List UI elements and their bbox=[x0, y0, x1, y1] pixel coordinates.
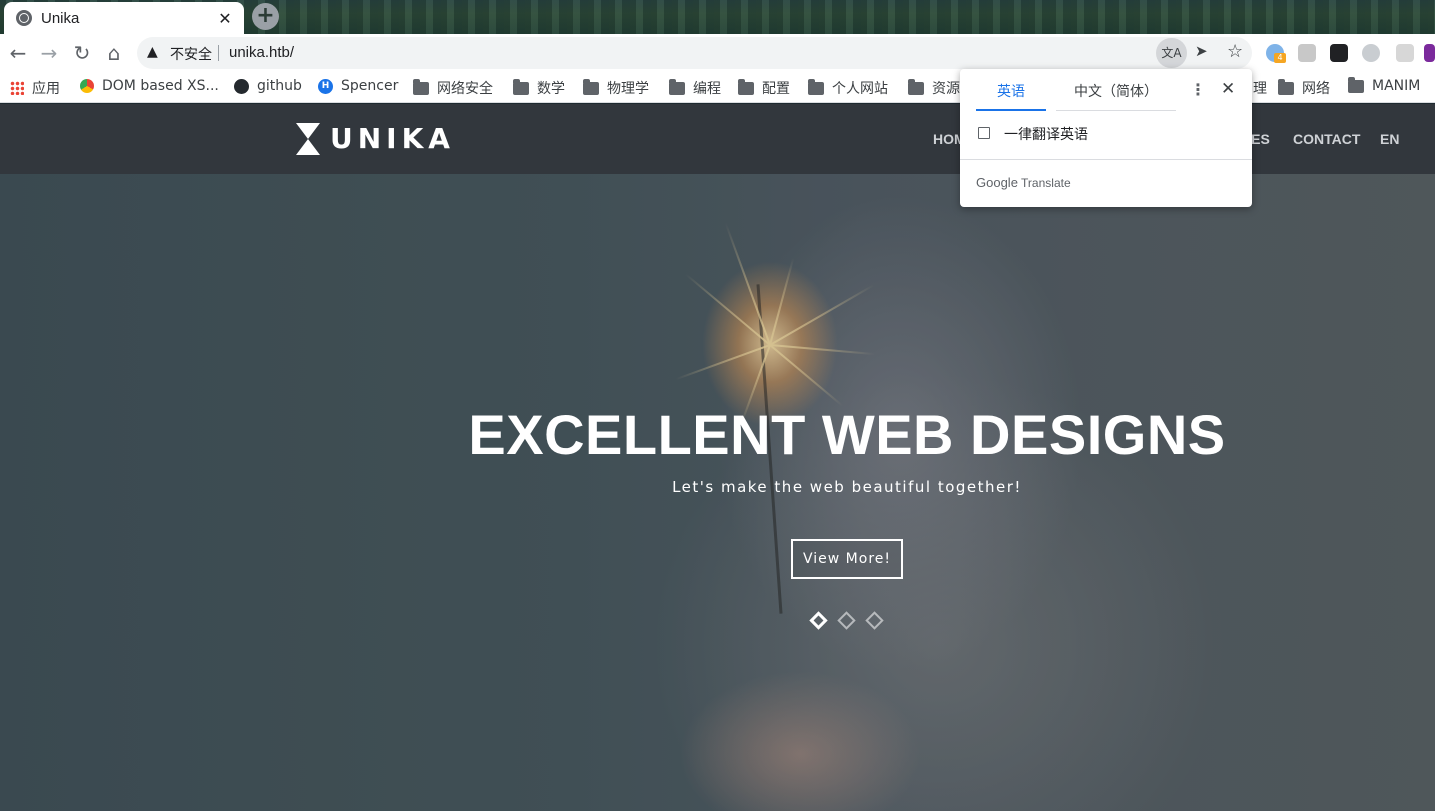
source-language-tab[interactable]: 英语 bbox=[976, 81, 1046, 111]
home-icon[interactable]: ⌂ bbox=[102, 41, 126, 65]
tab-strip: Unika ✕ + bbox=[0, 0, 1435, 34]
translate-icon[interactable]: 文A bbox=[1156, 38, 1187, 68]
bookmark-label: 个人网站 bbox=[832, 81, 888, 97]
folder-icon bbox=[413, 78, 429, 95]
extension-icon[interactable] bbox=[1362, 44, 1380, 62]
browser-toolbar: ← → ↻ ⌂ ▲ 不安全 unika.htb/ 文A ➤ ☆ 4 bbox=[0, 34, 1435, 72]
bookmark-star-icon[interactable]: ☆ bbox=[1227, 41, 1243, 62]
bookmark-folder[interactable]: 个人网站 bbox=[808, 78, 888, 98]
folder-icon bbox=[808, 78, 824, 95]
site-logo[interactable]: UNIKA bbox=[296, 122, 455, 155]
bookmark-folder[interactable]: 网络 bbox=[1278, 78, 1330, 98]
bookmark-label: Spencer bbox=[341, 78, 399, 94]
tab-title: Unika bbox=[41, 9, 80, 27]
globe-icon bbox=[16, 10, 32, 26]
google-translate-brand: Google Translate bbox=[976, 175, 1071, 190]
folder-icon bbox=[1278, 78, 1294, 95]
onenote-extension-icon[interactable] bbox=[1424, 44, 1435, 62]
translate-popup: 英语 中文（简体） ⋮ ✕ 一律翻译英语 Google Translate bbox=[960, 69, 1252, 207]
send-tab-icon[interactable]: ➤ bbox=[1195, 42, 1208, 60]
github-icon bbox=[234, 78, 249, 94]
bookmark-label: 网络 bbox=[1302, 81, 1330, 97]
google-brand-text: Google bbox=[976, 175, 1018, 190]
logo-text: UNIKA bbox=[330, 122, 455, 155]
nav-language[interactable]: EN bbox=[1380, 131, 1399, 147]
extension-icon[interactable] bbox=[1298, 44, 1316, 62]
view-more-button[interactable]: View More! bbox=[791, 539, 903, 579]
bookmark-apps[interactable]: 应用 bbox=[10, 78, 60, 98]
always-translate-checkbox[interactable] bbox=[978, 127, 990, 139]
target-language-tab[interactable]: 中文（简体） bbox=[1056, 81, 1176, 111]
bookmark-label: 数学 bbox=[537, 81, 565, 97]
folder-icon bbox=[583, 78, 599, 95]
bookmark-folder[interactable]: 资源 bbox=[908, 78, 960, 98]
extension-badge: 4 bbox=[1274, 53, 1286, 63]
back-icon[interactable]: ← bbox=[6, 41, 30, 65]
bookmark-folder[interactable]: 数学 bbox=[513, 78, 565, 98]
bookmark-label: 编程 bbox=[693, 81, 721, 97]
web-page: UNIKA HOM CES CONTACT EN EXCELLENT WEB D… bbox=[0, 104, 1435, 811]
close-icon[interactable]: ✕ bbox=[1221, 79, 1235, 99]
bookmark-folder[interactable]: MANIM bbox=[1348, 76, 1421, 94]
bookmark-label: 应用 bbox=[32, 81, 60, 97]
address-bar[interactable]: ▲ 不安全 unika.htb/ 文A ➤ ☆ bbox=[137, 37, 1252, 69]
hourglass-logo-icon bbox=[296, 122, 320, 155]
bookmark-folder[interactable]: 物理学 bbox=[583, 78, 649, 98]
bookmark-spencer[interactable]: H Spencer bbox=[318, 78, 398, 94]
url-text[interactable]: unika.htb/ bbox=[229, 44, 294, 61]
extension-icon[interactable]: 4 bbox=[1266, 44, 1286, 63]
browser-tab[interactable]: Unika ✕ bbox=[4, 2, 244, 34]
bookmark-folder[interactable]: 编程 bbox=[669, 78, 721, 98]
hero-headline: EXCELLENT WEB DESIGNS bbox=[468, 403, 1226, 466]
apps-icon bbox=[10, 81, 24, 95]
bookmark-folder[interactable]: 理 bbox=[1253, 78, 1267, 98]
site-icon bbox=[80, 79, 94, 93]
bookmark-label: MANIM bbox=[1372, 78, 1421, 94]
hero-tagline: Let's make the web beautiful together! bbox=[672, 478, 1022, 496]
bookmark-dom-xss[interactable]: DOM based XS... bbox=[80, 78, 219, 94]
forward-icon[interactable]: → bbox=[37, 41, 61, 65]
folder-icon bbox=[669, 78, 685, 95]
folder-icon bbox=[513, 78, 529, 95]
address-separator bbox=[218, 45, 219, 61]
hexo-icon: H bbox=[318, 78, 333, 94]
bookmark-label: 理 bbox=[1253, 81, 1267, 97]
nav-contact[interactable]: CONTACT bbox=[1293, 131, 1360, 147]
bookmark-label: 配置 bbox=[762, 81, 790, 97]
security-label[interactable]: 不安全 bbox=[170, 44, 212, 64]
more-options-icon[interactable]: ⋮ bbox=[1190, 80, 1206, 99]
bookmark-label: 网络安全 bbox=[437, 81, 493, 97]
bookmark-folder[interactable]: 网络安全 bbox=[413, 78, 493, 98]
folder-icon bbox=[908, 78, 924, 95]
always-translate-label[interactable]: 一律翻译英语 bbox=[1004, 124, 1088, 144]
reload-icon[interactable]: ↻ bbox=[70, 41, 94, 65]
translate-brand-text: Translate bbox=[1021, 176, 1071, 190]
bookmark-folder[interactable]: 配置 bbox=[738, 78, 790, 98]
warning-icon[interactable]: ▲ bbox=[147, 44, 158, 60]
folder-icon bbox=[738, 78, 754, 95]
bookmark-github[interactable]: github bbox=[234, 78, 302, 94]
mail-extension-icon[interactable] bbox=[1396, 44, 1414, 62]
terminal-extension-icon[interactable] bbox=[1330, 44, 1348, 62]
bookmark-label: github bbox=[257, 78, 302, 94]
folder-icon bbox=[1348, 76, 1364, 93]
popup-divider bbox=[960, 159, 1252, 160]
tab-close-icon[interactable]: ✕ bbox=[216, 9, 234, 28]
bookmark-label: 物理学 bbox=[607, 81, 649, 97]
new-tab-button[interactable]: + bbox=[252, 3, 279, 30]
bookmark-label: 资源 bbox=[932, 81, 960, 97]
bookmark-label: DOM based XS... bbox=[102, 78, 219, 94]
